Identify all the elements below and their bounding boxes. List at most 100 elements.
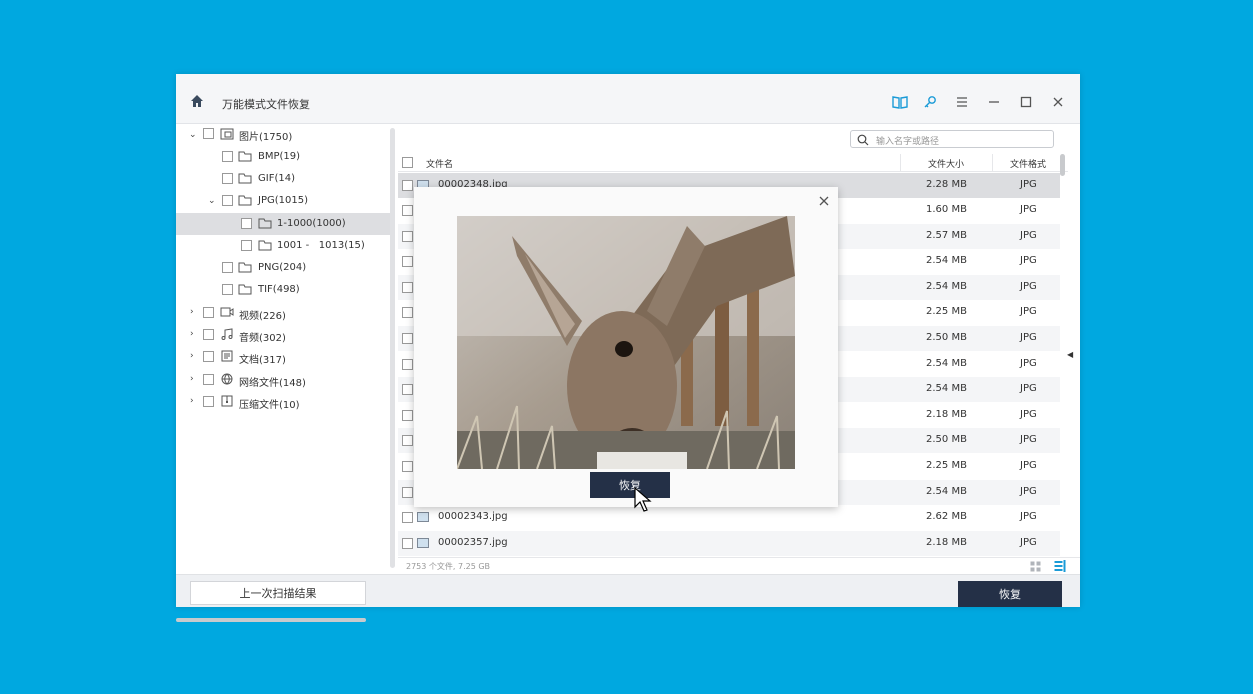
tree-item-label: 1-1000(1000) (277, 218, 346, 229)
tree-item-label: 压缩文件(10) (239, 400, 300, 411)
checkbox[interactable] (203, 396, 214, 407)
file-type: JPG (1020, 434, 1037, 445)
checkbox[interactable] (222, 284, 233, 295)
chevron-right-icon[interactable]: › (190, 330, 198, 339)
file-type: JPG (1020, 332, 1037, 343)
file-size: 2.57 MB (926, 230, 967, 241)
checkbox[interactable] (402, 410, 413, 421)
footer-bar: 上一次扫描结果 恢复 (176, 574, 1080, 607)
checkbox[interactable] (222, 262, 233, 273)
tree-item-web-files[interactable]: › 网络文件(148) (176, 369, 392, 391)
column-type[interactable]: 文件格式 (1010, 157, 1046, 170)
file-type: JPG (1020, 383, 1037, 394)
chevron-right-icon[interactable]: › (190, 397, 198, 406)
tree-item-video[interactable]: › 视频(226) (176, 302, 392, 324)
chevron-right-icon[interactable]: › (190, 375, 198, 384)
tree-item-jpg-1001-1013[interactable]: 1001 - 1013(15) (176, 235, 392, 257)
preview-image (457, 216, 795, 469)
checkbox[interactable] (402, 307, 413, 318)
file-type: JPG (1020, 511, 1037, 522)
checkbox[interactable] (241, 240, 252, 251)
select-all-checkbox[interactable] (402, 157, 413, 168)
checkbox[interactable] (222, 151, 233, 162)
file-size: 2.50 MB (926, 332, 967, 343)
chevron-down-icon[interactable]: ⌄ (189, 131, 197, 140)
checkbox[interactable] (402, 512, 413, 523)
minimize-icon[interactable] (986, 94, 1002, 110)
table-row[interactable]: 00002343.jpg 2.62 MB JPG (398, 505, 1060, 530)
checkbox[interactable] (203, 351, 214, 362)
home-icon[interactable] (190, 94, 204, 108)
preview-dialog: 恢复 (414, 187, 838, 507)
tree-item-label: PNG(204) (258, 262, 307, 273)
tree-item-jpg[interactable]: ⌄ JPG(1015) (176, 190, 392, 212)
checkbox[interactable] (203, 128, 214, 139)
checkbox[interactable] (241, 218, 252, 229)
checkbox[interactable] (402, 282, 413, 293)
checkbox[interactable] (402, 231, 413, 242)
checkbox[interactable] (203, 329, 214, 340)
file-size: 2.62 MB (926, 511, 967, 522)
tree-item-tif[interactable]: TIF(498) (176, 279, 392, 301)
checkbox[interactable] (203, 374, 214, 385)
checkbox[interactable] (402, 538, 413, 549)
tree-item-bmp[interactable]: BMP(19) (176, 146, 392, 168)
search-placeholder: 输入名字或路径 (876, 137, 940, 147)
search-input[interactable]: 输入名字或路径 (850, 130, 1054, 148)
checkbox[interactable] (402, 333, 413, 344)
preview-recover-button[interactable]: 恢复 (590, 472, 670, 498)
grid-view-icon[interactable] (1030, 561, 1041, 572)
archive-icon (221, 395, 233, 407)
tree-item-images[interactable]: ⌄ 图片(1750) (176, 124, 392, 146)
checkbox[interactable] (402, 384, 413, 395)
tree-item-archives[interactable]: › 压缩文件(10) (176, 391, 392, 413)
key-icon[interactable] (922, 94, 938, 110)
chevron-right-icon[interactable]: › (190, 352, 198, 361)
file-size: 2.54 MB (926, 383, 967, 394)
checkbox[interactable] (402, 359, 413, 370)
tree-item-audio[interactable]: › 音频(302) (176, 324, 392, 346)
document-icon (221, 350, 233, 362)
checkbox[interactable] (402, 256, 413, 267)
column-size[interactable]: 文件大小 (928, 157, 964, 170)
column-divider (992, 154, 993, 172)
book-icon[interactable] (892, 94, 908, 110)
column-name[interactable]: 文件名 (426, 157, 453, 170)
file-size: 2.54 MB (926, 255, 967, 266)
recover-button[interactable]: 恢复 (958, 581, 1062, 607)
app-window: 万能模式文件恢复 ⌄ 图片(1750) BMP(19) GIF(14) ⌄ JP… (176, 74, 1080, 622)
checkbox[interactable] (402, 180, 413, 191)
maximize-icon[interactable] (1018, 94, 1034, 110)
checkbox[interactable] (402, 435, 413, 446)
checkbox[interactable] (402, 205, 413, 216)
collapse-panel-icon[interactable]: ◀ (1067, 350, 1073, 359)
file-size: 2.18 MB (926, 409, 967, 420)
tree-item-label: GIF(14) (258, 173, 295, 184)
table-row[interactable]: 00002357.jpg 2.18 MB JPG (398, 531, 1060, 556)
close-icon[interactable] (1050, 94, 1066, 110)
chevron-down-icon[interactable]: ⌄ (208, 197, 216, 206)
tree-item-documents[interactable]: › 文档(317) (176, 346, 392, 368)
checkbox[interactable] (402, 461, 413, 472)
folder-icon (258, 240, 272, 251)
checkbox[interactable] (402, 487, 413, 498)
checkbox[interactable] (222, 173, 233, 184)
image-file-icon (417, 512, 429, 522)
chevron-right-icon[interactable]: › (190, 308, 198, 317)
checkbox[interactable] (222, 195, 233, 206)
checkbox[interactable] (203, 307, 214, 318)
previous-scan-button[interactable]: 上一次扫描结果 (190, 581, 366, 605)
tree-item-jpg-1-1000[interactable]: 1-1000(1000) (176, 213, 392, 235)
table-scrollbar[interactable] (1060, 154, 1065, 176)
horizontal-scrollbar[interactable] (176, 618, 366, 622)
menu-icon[interactable] (954, 94, 970, 110)
search-icon (857, 134, 869, 146)
tree-item-gif[interactable]: GIF(14) (176, 168, 392, 190)
tree-item-png[interactable]: PNG(204) (176, 257, 392, 279)
window-title: 万能模式文件恢复 (222, 98, 310, 111)
tree-item-label: 1001 - 1013(15) (277, 240, 365, 251)
folder-icon (238, 284, 252, 295)
list-view-icon[interactable] (1054, 560, 1066, 572)
sidebar-scrollbar[interactable] (390, 128, 395, 568)
close-icon[interactable] (818, 195, 830, 207)
